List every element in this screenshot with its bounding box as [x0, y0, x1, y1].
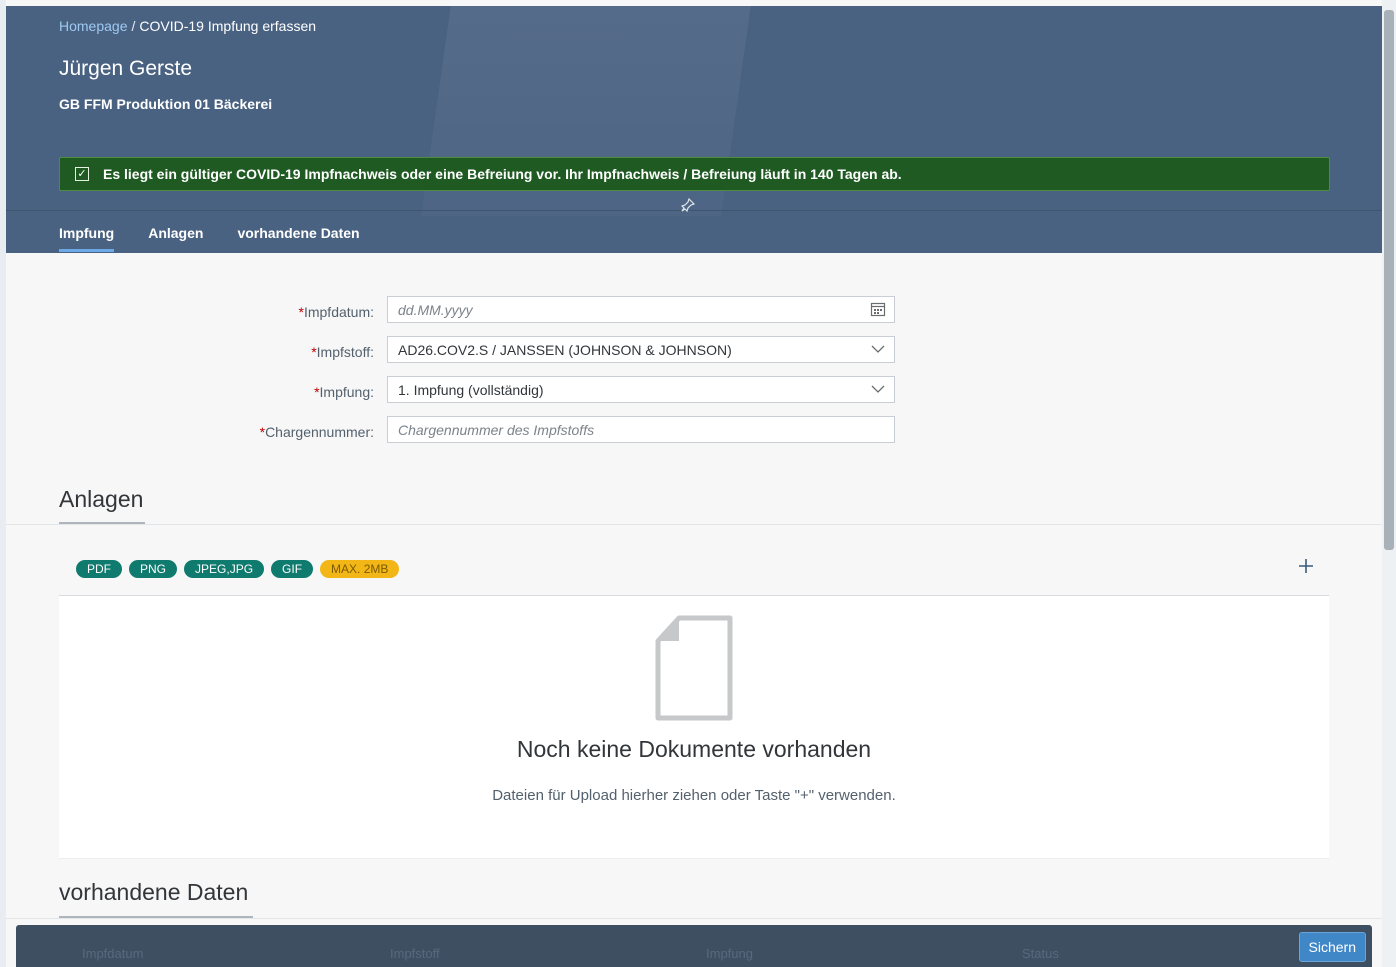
footer-toolbar: Impfdatum Impfstoff Impfung Status Siche… [16, 925, 1372, 967]
column-header-impfstoff: Impfstoff [390, 946, 440, 961]
impfung-value: 1. Impfung (vollständig) [398, 381, 544, 398]
save-button[interactable]: Sichern [1298, 932, 1366, 962]
page-scrollbar[interactable] [1382, 0, 1396, 967]
breadcrumb-home-link[interactable]: Homepage [59, 18, 128, 34]
checkbox-icon: ✓ [75, 167, 89, 181]
scrollbar-thumb[interactable] [1384, 10, 1394, 550]
form-row-impfstoff: *Impfstoff: AD26.COV2.S / JANSSEN (JOHNS… [6, 336, 1382, 366]
chevron-down-icon[interactable] [870, 381, 886, 400]
file-type-badge-jpeg: JPEG,JPG [184, 560, 265, 578]
tab-anlagen[interactable]: Anlagen [148, 225, 203, 252]
max-size-badge: MAX. 2MB [320, 560, 400, 578]
chevron-down-icon-graphic [871, 385, 885, 393]
chargennummer-placeholder: Chargennummer des Impfstoffs [398, 421, 595, 438]
empty-state-title: Noch keine Dokumente vorhanden [516, 736, 872, 762]
chevron-down-icon[interactable] [870, 341, 886, 360]
calendar-icon-graphic [870, 302, 886, 317]
section-divider [6, 524, 1382, 525]
impfung-select[interactable]: 1. Impfung (vollständig) [387, 376, 895, 403]
file-type-badge-gif: GIF [271, 560, 314, 578]
empty-state-hint: Dateien für Upload hierher ziehen oder T… [492, 787, 896, 804]
tab-impfung[interactable]: Impfung [59, 225, 115, 252]
plus-icon [1299, 559, 1313, 573]
column-header-impfdatum: Impfdatum [82, 946, 144, 961]
form-row-impfdatum: *Impfdatum: dd.MM.yyyy [6, 296, 1382, 326]
chargennummer-input[interactable]: Chargennummer des Impfstoffs [387, 416, 895, 443]
impfdatum-date-picker[interactable]: dd.MM.yyyy [387, 296, 895, 323]
vorhandene-daten-section-title: vorhandene Daten [59, 879, 249, 905]
impfstoff-value: AD26.COV2.S / JANSSEN (JOHNSON & JOHNSON… [398, 341, 732, 358]
main-content: *Impfdatum: dd.MM.yyyy *Impfstoff: AD26.… [6, 253, 1382, 967]
anlagen-section-title: Anlagen [59, 486, 144, 512]
status-message-text: Es liegt ein gültiger COVID-19 Impfnachw… [103, 166, 902, 182]
pin-icon[interactable] [680, 197, 696, 215]
tab-vorhandene-daten[interactable]: vorhandene Daten [237, 225, 359, 252]
page-subtitle: GB FFM Produktion 01 Bäckerei [59, 96, 273, 112]
add-file-button[interactable] [1297, 554, 1315, 582]
column-header-status: Status [1022, 946, 1059, 961]
breadcrumb-current: COVID-19 Impfung erfassen [139, 18, 317, 34]
impfdatum-placeholder: dd.MM.yyyy [398, 301, 473, 318]
column-header-impfung: Impfung [706, 946, 753, 961]
file-type-badge-png: PNG [129, 560, 178, 578]
allowed-file-types: PDF PNG JPEG,JPG GIF MAX. 2MB [76, 560, 400, 578]
breadcrumb: Homepage / COVID-19 Impfung erfassen [59, 18, 316, 34]
impfstoff-label: *Impfstoff: [311, 344, 374, 360]
object-page-header: Homepage / COVID-19 Impfung erfassen Jürge… [6, 6, 1382, 253]
impfung-label: *Impfung: [314, 384, 374, 400]
status-message-strip: ✓ Es liegt ein gültiger COVID-19 Impfnac… [59, 157, 1330, 191]
pin-icon-graphic [680, 197, 696, 213]
impfdatum-label: *Impfdatum: [298, 304, 374, 320]
page-title: Jürgen Gerste [59, 57, 193, 80]
breadcrumb-separator: / [131, 18, 136, 34]
form-row-impfung: *Impfung: 1. Impfung (vollständig) [6, 376, 1382, 406]
impfstoff-select[interactable]: AD26.COV2.S / JANSSEN (JOHNSON & JOHNSON… [387, 336, 895, 363]
file-type-badge-pdf: PDF [76, 560, 122, 578]
upload-drop-zone[interactable]: Noch keine Dokumente vorhanden Dateien f… [59, 595, 1329, 859]
form-row-chargennummer: *Chargennummer: Chargennummer des Impfst… [6, 416, 1382, 446]
chargennummer-label: *Chargennummer: [259, 424, 374, 440]
calendar-icon[interactable] [870, 301, 886, 320]
chevron-down-icon-graphic [871, 345, 885, 353]
document-icon [655, 615, 733, 721]
section-divider [6, 918, 1382, 919]
anchor-tab-bar: Impfung Anlagen vorhandene Daten [59, 225, 360, 252]
